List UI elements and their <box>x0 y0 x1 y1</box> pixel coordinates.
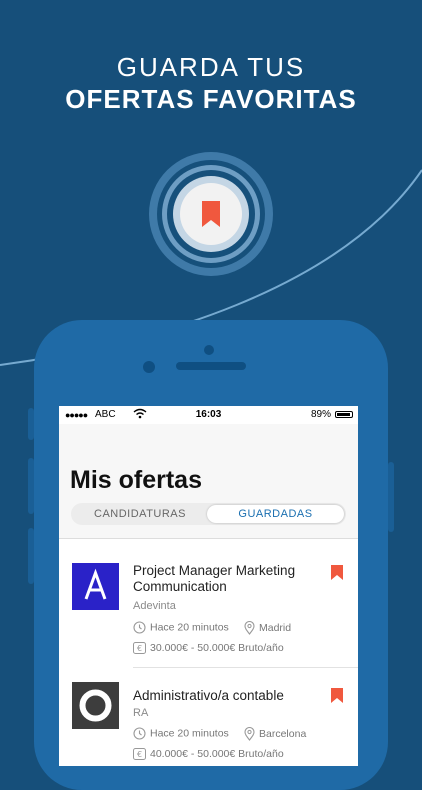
job-posted: Hace 20 minutos <box>133 621 229 634</box>
battery-icon <box>335 411 353 418</box>
svg-text:€: € <box>137 750 142 759</box>
job-posted-text: Hace 20 minutos <box>150 727 229 740</box>
job-posted-text: Hace 20 minutos <box>150 621 229 634</box>
bookmark-badge <box>149 152 273 276</box>
phone-volume-up <box>28 458 34 514</box>
euro-icon: € <box>133 748 146 761</box>
battery-percent: 89% <box>311 409 332 420</box>
job-company: Adevinta <box>133 600 176 612</box>
job-location-text: Madrid <box>259 621 292 634</box>
job-posted: Hace 20 minutos <box>133 727 229 740</box>
segmented-control: CANDIDATURAS GUARDADAS <box>71 503 346 525</box>
job-title[interactable]: Administrativo/a contable <box>133 688 323 704</box>
job-location-text: Barcelona <box>259 727 307 740</box>
screen-header: Mis ofertas CANDIDATURAS GUARDADAS <box>59 424 358 539</box>
phone-camera <box>204 345 214 355</box>
status-bar: ●●●●● ABC 16:03 89% <box>59 406 358 424</box>
bookmark-icon[interactable] <box>331 688 343 703</box>
phone-volume-down <box>28 528 34 584</box>
clock-icon <box>133 621 146 634</box>
ra-logo <box>72 682 119 729</box>
job-salary-text: 30.000€ - 50.000€ Bruto/año <box>150 642 284 654</box>
job-location: Madrid <box>244 621 291 635</box>
divider <box>133 667 358 668</box>
phone-speaker <box>176 362 246 370</box>
euro-icon: € <box>133 642 146 655</box>
bookmark-icon[interactable] <box>331 565 343 580</box>
tab-candidaturas[interactable]: CANDIDATURAS <box>73 505 207 523</box>
svg-text:€: € <box>137 644 142 653</box>
clock-icon <box>133 727 146 740</box>
phone-sensor <box>143 361 155 373</box>
job-location: Barcelona <box>244 727 306 741</box>
job-salary: € 30.000€ - 50.000€ Bruto/año <box>133 642 284 655</box>
adevinta-logo <box>72 563 119 610</box>
location-pin-icon <box>244 621 255 635</box>
page-title: Mis ofertas <box>70 466 202 494</box>
location-pin-icon <box>244 727 255 741</box>
phone-screen: ●●●●● ABC 16:03 89% Mis ofertas CANDIDAT… <box>59 406 358 766</box>
phone-side-button <box>28 408 34 440</box>
headline-line2: OFERTAS FAVORITAS <box>65 84 357 114</box>
tab-guardadas[interactable]: GUARDADAS <box>207 505 344 523</box>
headline-line1: GUARDA TUS <box>116 52 306 82</box>
job-title[interactable]: Project Manager Marketing Communication <box>133 563 323 595</box>
phone-power-button <box>388 462 394 532</box>
job-company: RA <box>133 707 149 719</box>
